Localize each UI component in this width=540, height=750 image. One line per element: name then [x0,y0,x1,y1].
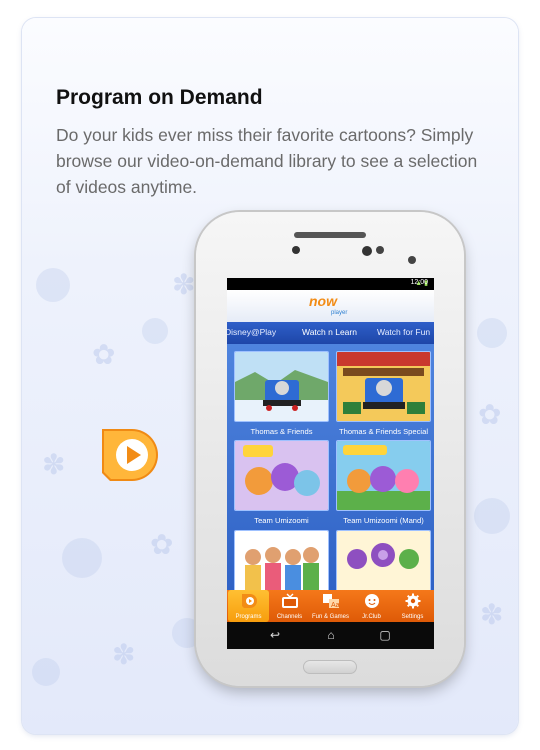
recents-icon[interactable]: ▢ [377,628,393,642]
category-tabs: Disney@Play Watch n Learn Watch for Fun [227,322,434,344]
video-thumbnail[interactable] [336,530,431,590]
video-thumbnail[interactable] [336,351,431,422]
app-logo: now [309,293,337,309]
tv-icon [281,593,298,608]
phone-screen: ▲ ▮ 12:00 now player Disney@Play Watch n… [227,278,434,649]
home-icon[interactable]: ⌂ [323,628,339,642]
video-thumbnail[interactable] [234,440,329,511]
phone-camera [292,246,300,254]
back-icon[interactable]: ↩ [267,628,283,642]
nav-settings[interactable]: Settings [392,590,433,622]
video-title: Team Umizoomi (Mand) [343,516,424,525]
nav-label: Jr.Club [362,614,381,620]
phone-home-button[interactable] [303,660,357,674]
video-title: Thomas & Friends Special [338,427,429,436]
nav-programs[interactable]: Programs [228,590,269,622]
tab-watch-n-learn[interactable]: Watch n Learn [302,327,357,337]
background-pattern [474,498,510,534]
background-pattern: ✽ [480,599,504,630]
video-thumbnail[interactable] [336,440,431,511]
phone-speaker [294,232,366,238]
phone-sensor [362,246,372,256]
nav-label: Programs [235,614,262,620]
background-pattern: ✽ [42,449,66,480]
app-logo-icon [102,429,158,481]
background-pattern: ✽ [112,639,136,670]
page-title: Program on Demand [56,86,263,109]
background-pattern: ✿ [478,399,502,430]
status-time: 12:00 [410,279,428,286]
face-icon [364,594,379,608]
nav-jr-club[interactable]: Jr.Club [351,590,392,622]
video-title: Thomas & Friends [250,427,313,436]
nav-label: Fun & Games [311,614,349,620]
phone-sensor [376,246,384,254]
background-pattern [36,268,70,302]
tab-watch-for-fun[interactable]: Watch for Fun [377,327,430,337]
nav-label: Settings [401,614,424,620]
video-thumbnail[interactable] [234,351,329,422]
video-title: Team Umizoomi [254,516,309,525]
background-pattern [32,658,60,686]
nav-label: Channels [276,614,303,620]
app-header: now player [227,290,434,322]
status-bar: ▲ ▮ 12:00 [227,278,434,290]
app-logo-sub: player [331,310,348,316]
phone-frame: ▲ ▮ 12:00 now player Disney@Play Watch n… [196,212,464,686]
phone-sensor [408,256,416,264]
background-pattern: ✿ [150,529,174,560]
games-icon: Aa [322,594,340,609]
background-pattern: ✿ [92,339,116,370]
bottom-navigation: Programs Channels Aa Fun & Games Jr.Club… [227,590,434,622]
nav-channels[interactable]: Channels [269,590,310,622]
gear-icon [405,593,420,609]
page-description: Do your kids ever miss their favorite ca… [56,125,478,197]
nav-fun-and-games[interactable]: Aa Fun & Games [310,590,351,622]
play-icon [241,594,257,608]
background-pattern [62,538,102,578]
background-pattern: ✽ [172,269,196,300]
background-pattern [477,318,507,348]
video-thumbnail[interactable] [234,530,329,590]
tab-disney-at-play[interactable]: Disney@Play [227,327,276,337]
video-grid: Thomas & Friends Thomas & Friends Specia… [227,344,434,590]
background-pattern [142,318,168,344]
android-softkeys: ↩ ⌂ ▢ [227,622,434,649]
svg-text:Aa: Aa [331,602,340,609]
